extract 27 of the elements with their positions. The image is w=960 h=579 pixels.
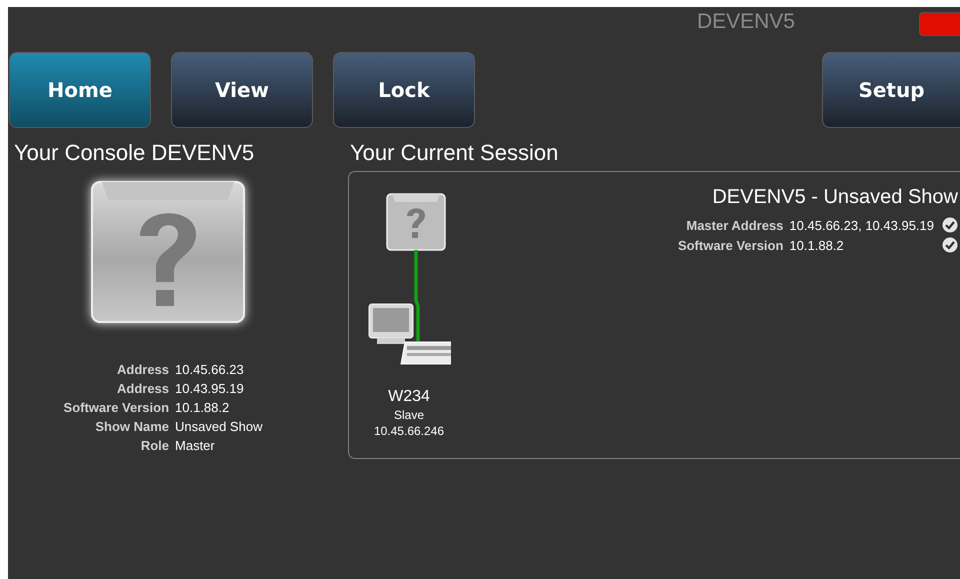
device-address: 10.45.66.246 [374,424,444,438]
detail-value: Master [175,438,216,453]
detail-value: 10.45.66.23 [175,362,245,377]
detail-label: Role [140,438,170,453]
detail-value: 10.45.66.23, 10.43.95.19 [789,218,934,232]
detail-label: Address [116,381,170,396]
console-name: DEVENV5 [696,10,795,34]
detail-label: Software Version [678,238,784,252]
detail-value: Unsaved Show [175,419,262,434]
detail-value: 10.43.95.19 [175,381,245,396]
nav-button[interactable]: Lock [333,52,475,128]
section-heading: Your Current Session [350,140,560,166]
detail-value: 10.1.88.2 [789,238,845,252]
question-box-icon [88,178,248,326]
device-role: Slave [394,408,424,422]
nav-button[interactable]: Setup [822,52,960,128]
nav-button[interactable]: View [171,52,313,128]
show-title: DEVENV5 - Unsaved Show [712,186,958,209]
device-name: W234 [388,388,430,406]
detail-label: Master Address [685,218,784,232]
nav-button[interactable]: Home [9,52,151,128]
detail-label: Show Name [94,419,170,434]
detail-label: Address [116,362,170,377]
detail-value: 10.1.88.2 [175,400,230,415]
detail-label: Software Version [64,400,170,415]
status-indicator [919,12,960,36]
section-heading: Your Console DEVENV5 [14,140,254,166]
